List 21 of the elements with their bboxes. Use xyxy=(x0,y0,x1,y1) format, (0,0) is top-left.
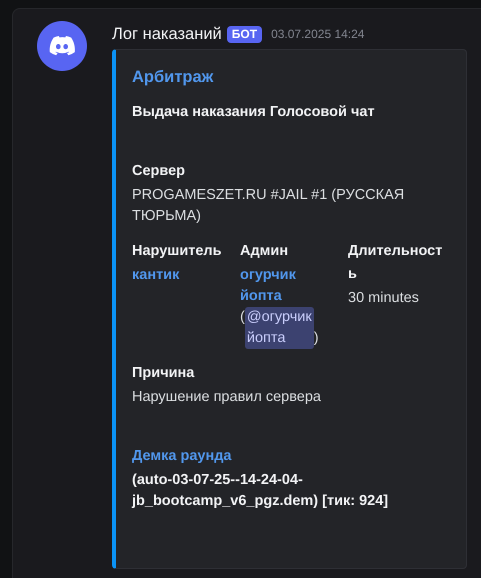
bot-badge: БОТ xyxy=(226,26,262,42)
field-label: Причина xyxy=(132,364,196,383)
field-value: Нарушение правил сервера xyxy=(132,388,321,407)
embed-title[interactable]: Арбитраж xyxy=(132,66,450,88)
field-label: Длительность xyxy=(348,242,444,284)
field-label: Нарушитель xyxy=(132,242,223,261)
field-label: Админ xyxy=(240,242,290,261)
author-name[interactable]: Лог наказаний xyxy=(112,24,222,44)
field-value: ) xyxy=(314,329,319,348)
field-value: PROGAMESZET.RU #JAIL #1 (РУССКАЯ ТЮРЬМА) xyxy=(132,186,406,226)
timestamp: 03.07.2025 14:24 xyxy=(271,27,364,41)
user-link[interactable]: огурчик йопта xyxy=(240,265,296,307)
field-label: Сервер xyxy=(132,162,186,181)
field-value: (auto-03-07-25--14-24-04-jb_bootcamp_v6_pgz.dem) [тик: 924] xyxy=(132,471,390,511)
avatar-icon[interactable] xyxy=(37,21,87,71)
embed-description: Выдача наказания Голосовой чат xyxy=(132,103,376,122)
user-mention[interactable]: @огурчик йопта xyxy=(244,307,314,349)
field-label: Демка раунда xyxy=(132,447,232,466)
field-value: 30 minutes xyxy=(348,289,419,308)
field-value: ( xyxy=(240,308,245,327)
user-link[interactable]: кантик xyxy=(132,265,180,286)
